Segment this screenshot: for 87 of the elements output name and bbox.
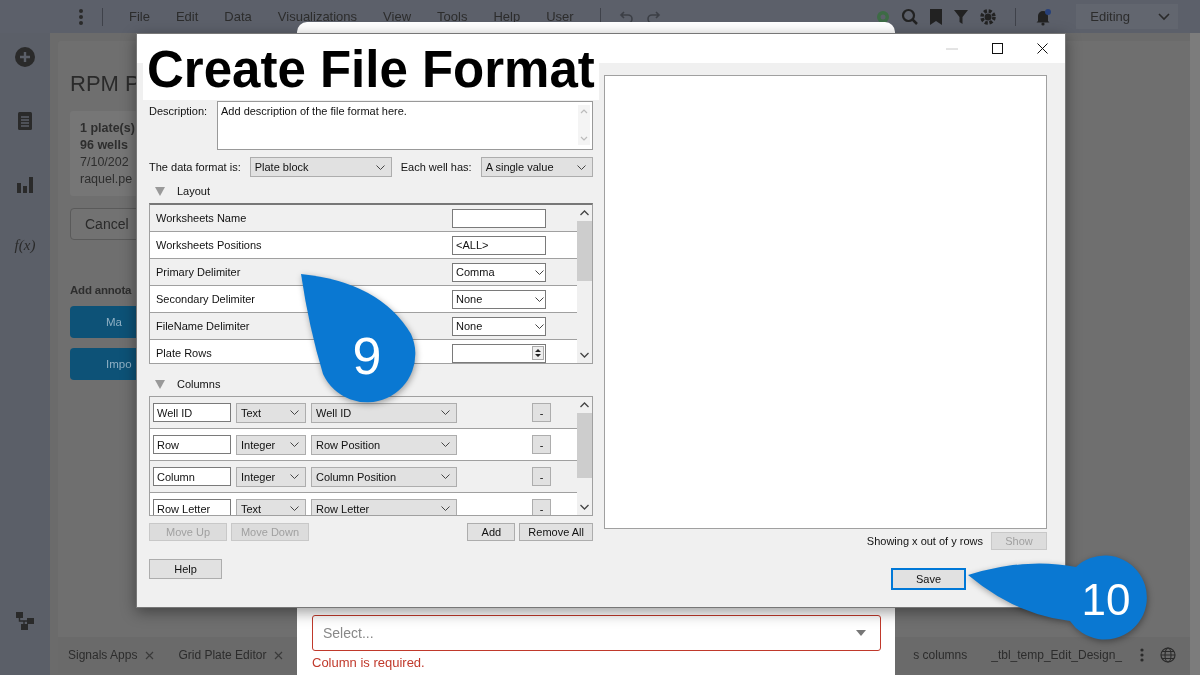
scroll-arrows-icon xyxy=(578,105,590,145)
chevron-down-icon xyxy=(1158,12,1170,21)
text-field[interactable] xyxy=(452,208,546,228)
settings-icon[interactable] xyxy=(979,7,998,26)
dropdown[interactable]: None xyxy=(452,316,546,336)
chevron-down-icon xyxy=(441,506,450,511)
dropdown[interactable]: A single value xyxy=(480,157,593,177)
dropdown[interactable]: Text xyxy=(236,498,306,515)
chevron-down-icon xyxy=(535,323,544,329)
add-icon[interactable] xyxy=(15,47,35,67)
section-title: Layout xyxy=(177,185,211,197)
field-label: Description: xyxy=(149,104,209,117)
text-field[interactable]: Column xyxy=(153,467,231,486)
chevron-down-icon xyxy=(290,410,299,415)
remove-button[interactable]: - xyxy=(532,435,551,454)
chevron-down-icon xyxy=(290,474,299,479)
cog-icon[interactable] xyxy=(875,8,892,25)
property-label: Worksheets Positions xyxy=(156,239,262,251)
redo-icon[interactable] xyxy=(644,8,661,25)
section-label: Add annota xyxy=(70,284,132,296)
field-label: The data format is: xyxy=(149,161,241,173)
remove-button[interactable]: - xyxy=(532,467,551,486)
text-field[interactable]: Well ID xyxy=(153,403,231,422)
dropdown[interactable]: None xyxy=(452,289,546,309)
expander-triangle-icon[interactable] xyxy=(155,186,165,196)
list-icon[interactable] xyxy=(17,111,33,131)
more-options-icon[interactable] xyxy=(1140,648,1144,662)
scrollbar[interactable] xyxy=(1190,33,1200,675)
chevron-down-icon[interactable] xyxy=(580,352,589,358)
expander-triangle-icon[interactable] xyxy=(155,379,165,389)
grid-button[interactable]: Remove All xyxy=(519,523,593,541)
field-label: Each well has: xyxy=(400,161,472,173)
chevron-down-icon xyxy=(290,442,299,447)
remove-button[interactable]: - xyxy=(532,403,551,422)
property-label: FileName Delimiter xyxy=(156,320,250,332)
dropdown[interactable]: Plate block xyxy=(249,157,392,177)
text-field[interactable]: Row xyxy=(153,435,231,454)
dropdown[interactable]: Well ID xyxy=(311,402,457,423)
hierarchy-icon[interactable] xyxy=(15,611,35,631)
more-options-icon[interactable] xyxy=(78,7,84,26)
property-label: Primary Delimiter xyxy=(156,266,241,278)
description-field[interactable]: Add description of the file format here. xyxy=(217,101,593,150)
filter-icon[interactable] xyxy=(953,8,970,25)
dropdown[interactable]: Column Position xyxy=(311,466,457,487)
chevron-up-icon[interactable] xyxy=(580,402,589,408)
text-field[interactable]: Row Letter xyxy=(153,499,231,515)
text-field[interactable]: <ALL> xyxy=(452,235,546,255)
property-label: Secondary Delimiter xyxy=(156,293,256,305)
dropdown[interactable]: Integer xyxy=(236,434,306,455)
dropdown[interactable]: Comma xyxy=(452,262,546,282)
section-title: Columns xyxy=(177,378,221,390)
chevron-down-icon xyxy=(576,164,586,170)
chevron-down-icon xyxy=(290,506,299,511)
number-field[interactable] xyxy=(452,343,546,363)
property-label: Plate Rows xyxy=(156,347,212,359)
search-icon[interactable] xyxy=(901,7,920,26)
card-text: 96 wells xyxy=(80,138,128,152)
dropdown[interactable]: Row Letter xyxy=(311,498,457,515)
row-count-text: Showing x out of y rows xyxy=(866,535,983,547)
dropdown[interactable]: Integer xyxy=(236,466,306,487)
chevron-down-icon xyxy=(535,269,544,275)
dropdown[interactable]: Row Position xyxy=(311,434,457,455)
property-label: Worksheets Name xyxy=(156,212,247,224)
remove-button[interactable]: - xyxy=(532,499,551,515)
chevron-down-icon xyxy=(441,442,450,447)
bar-chart-icon[interactable] xyxy=(16,175,34,193)
chevron-down-icon xyxy=(535,296,544,302)
card-text: 1 plate(s) xyxy=(80,121,135,135)
dropdown[interactable]: Text xyxy=(236,402,306,423)
chevron-up-icon[interactable] xyxy=(580,210,589,216)
globe-icon[interactable] xyxy=(1160,647,1176,663)
grid-button[interactable]: Add xyxy=(467,523,516,541)
chevron-down-icon xyxy=(441,410,450,415)
card-text: raquel.pe xyxy=(80,172,133,186)
save-button[interactable]: Save xyxy=(892,569,965,589)
chevron-down-icon[interactable] xyxy=(580,504,589,510)
notification-bell-icon[interactable] xyxy=(1034,7,1053,26)
chevron-down-icon xyxy=(375,164,385,170)
select-field[interactable]: Select... xyxy=(312,615,881,651)
spinner-arrows-icon[interactable] xyxy=(532,346,544,360)
maximize-icon[interactable] xyxy=(992,43,1003,54)
chevron-down-icon xyxy=(441,474,450,479)
close-icon[interactable] xyxy=(1037,43,1048,54)
help-button[interactable]: Help xyxy=(149,559,222,579)
error-message: Column is required. xyxy=(312,655,426,670)
bookmark-icon[interactable] xyxy=(929,7,944,26)
card-text: 7/10/202 xyxy=(80,155,129,169)
